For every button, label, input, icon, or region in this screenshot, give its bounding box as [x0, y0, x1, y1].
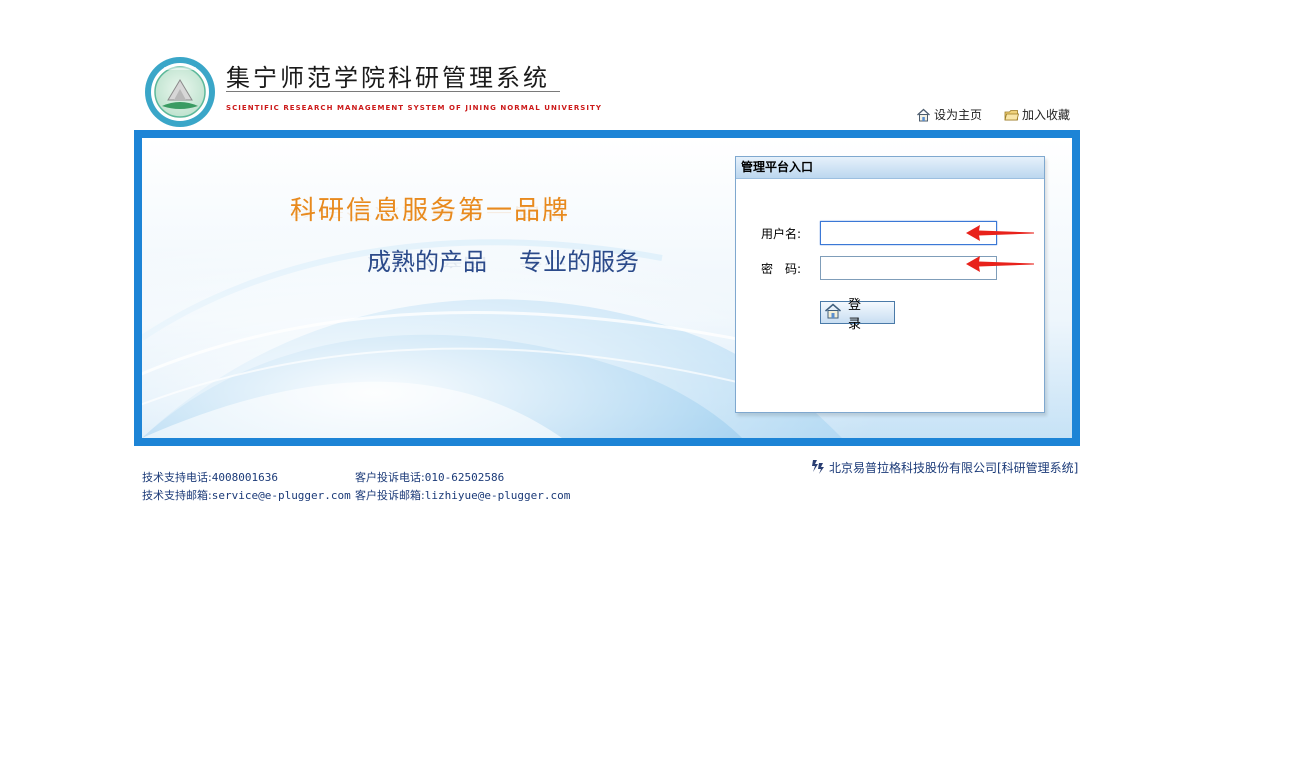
folder-icon	[1004, 108, 1019, 122]
password-label: 密 码:	[761, 262, 802, 276]
tech-support-email: 技术支持邮箱:service@e-plugger.com	[142, 489, 351, 502]
tech-support-phone-value: 4008001636	[211, 471, 278, 484]
set-home-label: 设为主页	[934, 108, 983, 122]
login-panel: 管理平台入口 用户名: 密 码: 登 录	[735, 156, 1045, 413]
house-icon	[824, 303, 842, 323]
password-arrow-icon	[966, 256, 1034, 272]
title-divider	[226, 91, 560, 92]
add-favorite-link[interactable]: 加入收藏	[1004, 106, 1070, 123]
complaint-phone: 客户投诉电话:010-62502586	[355, 471, 505, 484]
set-home-link[interactable]: 设为主页	[916, 106, 982, 123]
login-panel-title: 管理平台入口	[736, 157, 1044, 179]
tech-support-email-value: service@e-plugger.com	[211, 489, 351, 502]
system-title-english: SCIENTIFIC RESEARCH MANAGEMENT SYSTEM OF…	[226, 104, 602, 112]
ep-logo-icon	[810, 458, 826, 477]
university-seal-logo	[144, 56, 216, 128]
banner-slogan-primary-reflection: 科研信息服务第一品牌	[290, 204, 571, 219]
login-button[interactable]: 登 录	[820, 298, 895, 332]
login-button-label: 登 录	[848, 297, 868, 332]
add-favorite-label: 加入收藏	[1022, 108, 1071, 122]
tech-support-phone: 技术支持电话:4008001636	[142, 471, 278, 484]
banner-slogan-secondary-reflection: 成熟的产品 专业的服务	[367, 255, 639, 269]
system-title: 集宁师范学院科研管理系统	[226, 64, 550, 92]
house-icon	[916, 108, 931, 122]
complaint-phone-value: 010-62502586	[424, 471, 505, 484]
complaint-email: 客户投诉邮箱:lizhiyue@e-plugger.com	[355, 489, 571, 502]
complaint-email-value: lizhiyue@e-plugger.com	[424, 489, 571, 502]
company-name: 北京易普拉格科技股份有限公司[科研管理系统]	[829, 461, 1079, 475]
company-link[interactable]: 北京易普拉格科技股份有限公司[科研管理系统]	[810, 458, 1078, 477]
username-arrow-icon	[966, 225, 1034, 241]
username-label: 用户名:	[761, 227, 802, 241]
